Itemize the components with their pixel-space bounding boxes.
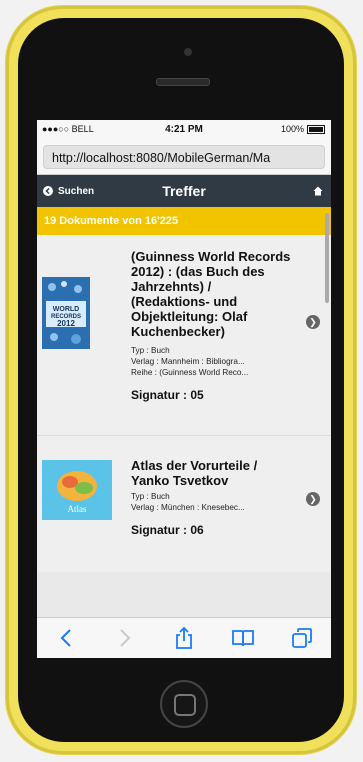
back-arrow-icon: [60, 629, 72, 647]
earpiece-speaker: [156, 78, 210, 86]
tabs-icon: [291, 628, 312, 648]
browser-toolbar: [37, 617, 331, 658]
item-type: Typ : Buch: [131, 346, 170, 355]
address-bar[interactable]: http://localhost:8080/MobileGerman/Ma: [43, 145, 325, 169]
svg-text:WORLD: WORLD: [53, 306, 79, 313]
result-count-banner: 19 Dokumente von 16'225: [37, 207, 331, 235]
item-publisher: Verlag : München : Knesebec...: [131, 503, 245, 512]
battery-indicator: 100%: [281, 124, 325, 134]
battery-icon: [307, 124, 325, 134]
share-icon: [176, 626, 192, 649]
share-button[interactable]: [172, 626, 196, 650]
item-signature: Signatur : 06: [131, 523, 204, 537]
svg-text:2012: 2012: [57, 319, 75, 328]
list-item[interactable]: WORLD RECORDS 2012 (Guinness World Recor…: [37, 235, 331, 436]
tabs-button[interactable]: [290, 626, 314, 650]
book-cover-thumbnail: Atlas: [42, 460, 112, 520]
item-title: Atlas der Vorurteile / Yanko Tsvetkov: [131, 458, 258, 488]
front-camera: [184, 48, 192, 56]
item-title: (Guinness World Records 2012) : (das Buc…: [131, 249, 291, 339]
list-item[interactable]: Atlas Atlas der Vorurteile / Yanko Tsvet…: [37, 436, 331, 572]
back-nav-button[interactable]: [54, 626, 78, 650]
home-button[interactable]: [160, 680, 208, 728]
battery-percent: 100%: [280, 124, 304, 134]
chevron-right-icon[interactable]: ❯: [306, 315, 320, 329]
bookmarks-button[interactable]: [231, 626, 255, 650]
chevron-right-icon[interactable]: ❯: [306, 492, 320, 506]
nav-bar: Suchen Treffer: [37, 175, 331, 207]
item-type: Typ : Buch: [131, 492, 170, 501]
svg-text:Atlas: Atlas: [68, 504, 87, 514]
scrollbar[interactable]: [325, 213, 329, 303]
item-series: Reihe : (Guinness World Reco...: [131, 368, 249, 377]
status-bar: ●●●○○ BELL 4:21 PM 100%: [37, 120, 331, 140]
home-icon[interactable]: [313, 186, 323, 196]
item-publisher: Verlag : Mannheim : Bibliogra...: [131, 357, 245, 366]
item-signature: Signatur : 05: [131, 388, 204, 402]
bookmarks-icon: [231, 630, 254, 647]
forward-nav-button[interactable]: [113, 626, 137, 650]
page-title: Treffer: [162, 183, 206, 199]
book-cover-thumbnail: WORLD RECORDS 2012: [42, 277, 90, 349]
phone-screen: ●●●○○ BELL 4:21 PM 100% http://localhost…: [37, 120, 331, 658]
forward-arrow-icon: [120, 629, 131, 647]
results-list: WORLD RECORDS 2012 (Guinness World Recor…: [37, 235, 331, 572]
